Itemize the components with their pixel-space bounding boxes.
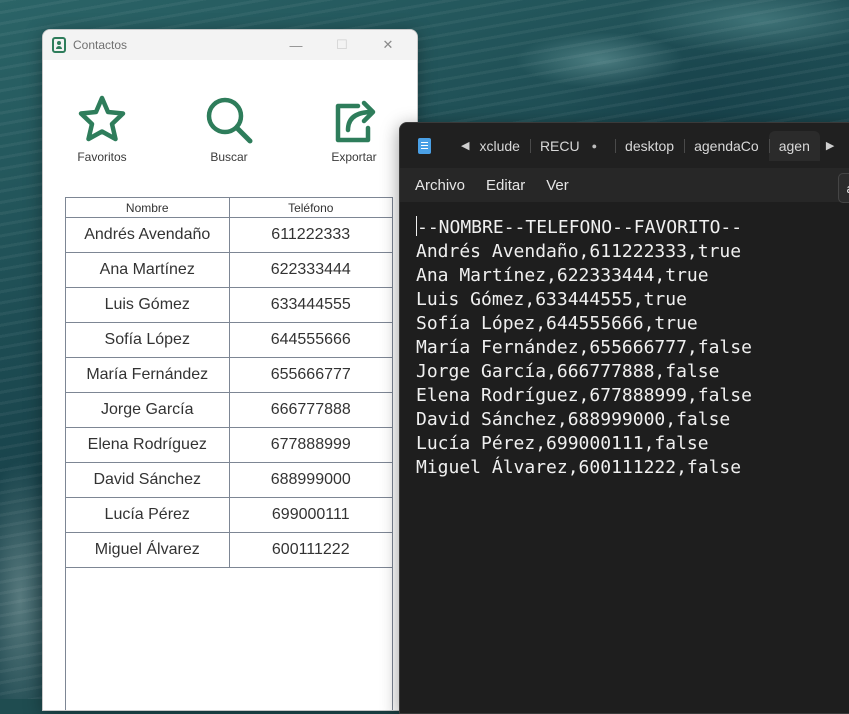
contact-phone-cell: 666777888	[270, 401, 351, 418]
contact-phone-cell: 677888999	[270, 436, 351, 453]
text-line: Ana Martínez,622333444,true	[416, 265, 709, 286]
tab-bar: ◀ xclude RECU ● desktop agendaCo agen ▶	[400, 123, 849, 168]
text-line: Lucía Pérez,699000111,false	[416, 433, 709, 454]
export-button[interactable]: Exportar	[309, 94, 399, 164]
contact-phone-cell: 688999000	[270, 471, 351, 488]
maximize-button: ☐	[336, 37, 348, 52]
text-line: Jorge García,666777888,false	[416, 361, 720, 382]
contact-name-cell: Andrés Avendaño	[66, 218, 230, 252]
tab-agen-active[interactable]: agen	[768, 130, 820, 161]
tab-xclude[interactable]: xclude	[469, 131, 529, 161]
contact-name-cell: Elena Rodríguez	[66, 428, 230, 462]
contacts-window: Contactos — ☐ ✕ Favoritos Buscar Exporta…	[42, 29, 418, 711]
scroll-tabs-left-icon[interactable]: ◀	[461, 139, 469, 152]
table-header: Nombre Teléfono	[66, 198, 392, 218]
contact-phone-cell: 600111222	[271, 541, 350, 558]
menu-bar: Archivo Editar Ver ag	[400, 168, 849, 203]
text-line: María Fernández,655666777,false	[416, 337, 752, 358]
contact-name-cell: Ana Martínez	[66, 253, 230, 287]
notepad-window: ◀ xclude RECU ● desktop agendaCo agen ▶ A…	[399, 122, 849, 714]
favorites-label: Favoritos	[77, 150, 127, 164]
notepad-app-icon	[418, 137, 431, 154]
favorites-button[interactable]: Favoritos	[57, 94, 147, 164]
table-row[interactable]: Sofía López 644555666	[66, 323, 392, 358]
contact-phone-cell: 611222333	[271, 226, 351, 243]
contacts-table: Nombre Teléfono Andrés Avendaño 611222333…	[65, 197, 393, 710]
contact-name-cell: Luis Gómez	[66, 288, 230, 322]
export-label: Exportar	[331, 150, 377, 164]
text-line: Sofía López,644555666,true	[416, 313, 698, 334]
table-row[interactable]: Elena Rodríguez 677888999	[66, 428, 392, 463]
tab-tooltip: ag	[837, 173, 849, 203]
text-line: Elena Rodríguez,677888999,false	[416, 385, 752, 406]
search-button[interactable]: Buscar	[184, 94, 274, 164]
menu-ver[interactable]: Ver	[546, 177, 569, 194]
text-line: Andrés Avendaño,611222333,true	[416, 241, 742, 262]
text-line: David Sánchez,688999000,false	[416, 409, 731, 430]
menu-archivo[interactable]: Archivo	[415, 177, 465, 194]
scroll-tabs-right-icon[interactable]: ▶	[826, 139, 834, 152]
text-line: --NOMBRE--TELEFONO--FAVORITO--	[416, 216, 844, 240]
tab-recu[interactable]: RECU ●	[529, 131, 615, 161]
table-body: Andrés Avendaño 611222333 Ana Martínez 6223…	[66, 218, 392, 568]
table-row[interactable]: Ana Martínez 622333444	[66, 253, 392, 288]
contact-phone-cell: 699000111	[271, 506, 350, 523]
table-row[interactable]: Jorge García 666777888	[66, 393, 392, 428]
table-row[interactable]: María Fernández 655666777	[66, 358, 392, 393]
contacts-app-icon	[52, 37, 66, 53]
tab-recu-label: RECU	[539, 137, 580, 154]
contact-phone-cell: 622333444	[270, 261, 351, 278]
tab-desktop[interactable]: desktop	[615, 131, 684, 161]
contact-phone-cell: 633444555	[270, 296, 351, 313]
tab-agendaco[interactable]: agendaCo	[684, 131, 769, 161]
window-title: Contactos	[73, 38, 128, 52]
table-row[interactable]: Luis Gómez 633444555	[66, 288, 392, 323]
contact-name-cell: Jorge García	[66, 393, 230, 427]
column-header-name[interactable]: Nombre	[66, 198, 230, 217]
unsaved-dot-icon: ●	[591, 140, 598, 151]
table-row[interactable]: Miguel Álvarez 600111222	[66, 533, 392, 568]
contact-name-cell: Sofía López	[66, 323, 230, 357]
column-header-phone[interactable]: Teléfono	[230, 198, 393, 217]
minimize-button[interactable]: —	[273, 30, 319, 60]
table-row[interactable]: Andrés Avendaño 611222333	[66, 218, 392, 253]
search-label: Buscar	[210, 150, 248, 164]
text-line: Miguel Álvarez,600111222,false	[416, 457, 742, 478]
share-icon	[335, 100, 376, 143]
text-line-content: --NOMBRE--TELEFONO--FAVORITO--	[417, 217, 743, 238]
contact-phone-cell: 655666777	[270, 366, 351, 383]
table-row[interactable]: Lucía Pérez 699000111	[66, 498, 392, 533]
contact-name-cell: David Sánchez	[66, 463, 230, 497]
text-editor-area[interactable]: --NOMBRE--TELEFONO--FAVORITO-- Andrés Ave…	[400, 202, 849, 494]
search-icon	[206, 97, 253, 144]
table-row[interactable]: David Sánchez 688999000	[66, 463, 392, 498]
contact-name-cell: Lucía Pérez	[66, 498, 230, 532]
title-bar[interactable]: Contactos — ☐ ✕	[43, 30, 417, 60]
text-line: Luis Gómez,633444555,true	[416, 289, 687, 310]
star-icon	[78, 95, 126, 142]
contact-name-cell: María Fernández	[66, 358, 230, 392]
contact-name-cell: Miguel Álvarez	[66, 533, 230, 567]
menu-editar[interactable]: Editar	[486, 177, 525, 194]
close-button[interactable]: ✕	[365, 30, 411, 60]
contact-phone-cell: 644555666	[270, 331, 351, 348]
